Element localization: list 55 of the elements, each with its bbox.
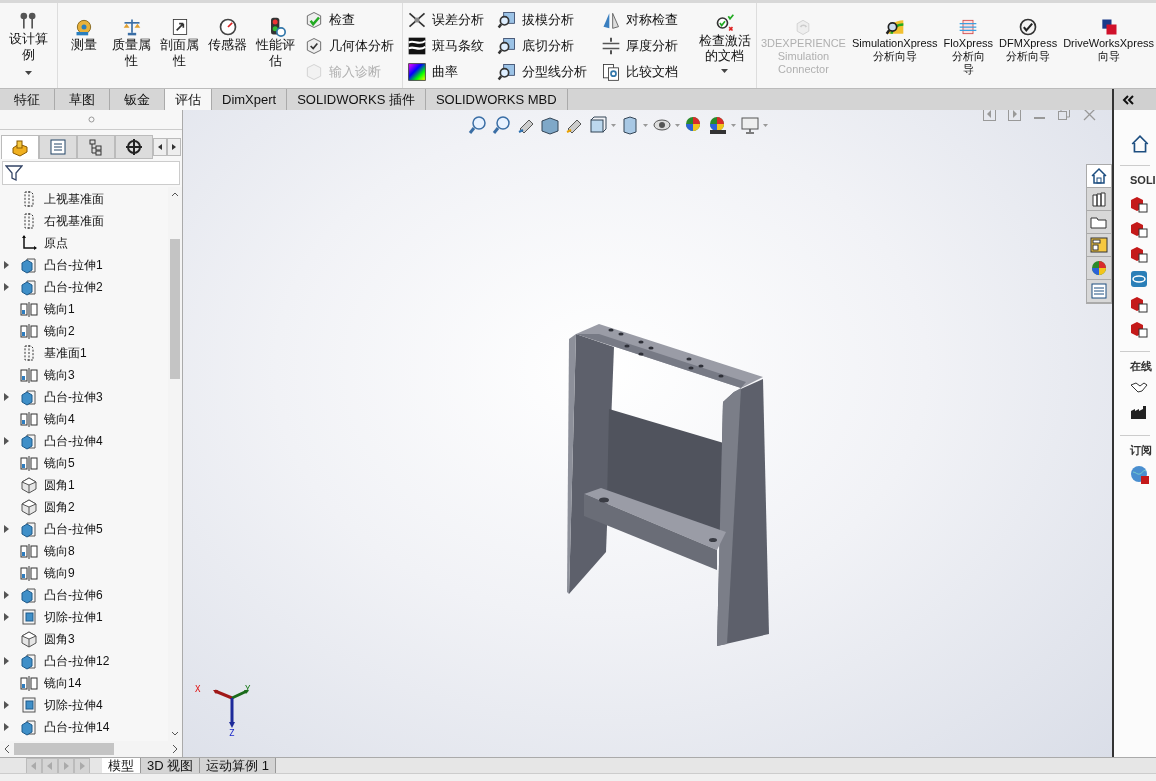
analysis-button[interactable]: 对称检查 bbox=[601, 7, 694, 33]
add-in-button[interactable]: SimulationXpress 分析向导 bbox=[849, 3, 940, 88]
tree-item[interactable]: 镜向9 bbox=[44, 564, 75, 582]
tree-item[interactable]: 凸台-拉伸1 bbox=[44, 256, 103, 274]
tree-item[interactable]: 圆角1 bbox=[44, 476, 75, 494]
model-tab[interactable]: 运动算例 1 bbox=[200, 758, 277, 773]
tree-item[interactable]: 凸台-拉伸14 bbox=[44, 718, 110, 736]
analysis-button[interactable]: 斑马条纹 bbox=[407, 33, 498, 59]
ribbon-tab[interactable]: 评估 bbox=[165, 89, 212, 110]
tree-item[interactable]: 镜向14 bbox=[44, 674, 82, 692]
section-heading: SOLI bbox=[1130, 173, 1156, 188]
tree-item[interactable]: 上视基准面 bbox=[44, 190, 104, 208]
check-tool-button[interactable]: 检查 bbox=[303, 7, 403, 33]
axis-label: X bbox=[195, 684, 201, 694]
tree-item[interactable]: 镜向4 bbox=[44, 410, 75, 428]
tree-item[interactable]: 镜向1 bbox=[44, 300, 75, 318]
add-in-button[interactable]: DriveWorksXpress 向导 bbox=[1061, 3, 1156, 88]
add-in-button[interactable]: DFMXpress 分析向导 bbox=[997, 3, 1060, 88]
model-tab[interactable]: 模型 bbox=[102, 758, 141, 773]
section-heading: 在线 bbox=[1130, 358, 1153, 374]
tree-item[interactable]: 圆角2 bbox=[44, 498, 75, 516]
analysis-button[interactable]: 比较文档 bbox=[601, 59, 694, 85]
tool-button[interactable]: 剖面属 性 bbox=[155, 3, 204, 88]
check-tool-button[interactable]: 几何体分析 bbox=[303, 33, 403, 59]
tree-item[interactable]: 圆角3 bbox=[44, 630, 75, 648]
analysis-button[interactable]: 曲率 bbox=[407, 59, 498, 85]
axis-label: Y bbox=[245, 684, 251, 694]
add-in-button[interactable]: FloXpress 分析向 导 bbox=[941, 3, 996, 88]
tree-item[interactable]: 镜向3 bbox=[44, 366, 75, 384]
analysis-button[interactable]: 厚度分析 bbox=[601, 33, 694, 59]
tree-item[interactable]: 凸台-拉伸5 bbox=[44, 520, 103, 538]
analysis-button[interactable]: 分型线分析 bbox=[497, 59, 602, 85]
tree-item[interactable]: 凸台-拉伸3 bbox=[44, 388, 103, 406]
analysis-button[interactable]: 误差分析 bbox=[407, 7, 498, 33]
tree-item[interactable]: 切除-拉伸4 bbox=[44, 696, 103, 714]
tree-item[interactable]: 镜向8 bbox=[44, 542, 75, 560]
tree-item[interactable]: 镜向2 bbox=[44, 322, 75, 340]
section-heading: 订阅 bbox=[1130, 443, 1153, 458]
tree-item[interactable]: 基准面1 bbox=[44, 344, 87, 362]
tree-item[interactable]: 凸台-拉伸4 bbox=[44, 432, 103, 450]
tree-item[interactable]: 凸台-拉伸2 bbox=[44, 278, 103, 296]
tree-item[interactable]: 凸台-拉伸12 bbox=[44, 652, 110, 670]
tree-item[interactable]: 原点 bbox=[44, 234, 68, 252]
tool-button[interactable]: 质量属 性 bbox=[107, 3, 156, 88]
tree-item[interactable]: 右视基准面 bbox=[44, 212, 104, 230]
tree-item[interactable]: 凸台-拉伸6 bbox=[44, 586, 103, 604]
tree-item[interactable]: 切除-拉伸1 bbox=[44, 608, 103, 626]
tool-button[interactable]: 传感器 bbox=[203, 3, 252, 88]
model-tab[interactable]: 3D 视图 bbox=[141, 758, 201, 773]
tool-button[interactable]: 性能评 估 bbox=[251, 3, 300, 88]
tool-button[interactable]: 测量 bbox=[59, 3, 108, 88]
axis-label: Z bbox=[229, 728, 235, 738]
tree-item[interactable]: 镜向5 bbox=[44, 454, 75, 472]
analysis-button[interactable]: 底切分析 bbox=[497, 33, 602, 59]
analysis-button[interactable]: 拔模分析 bbox=[497, 7, 602, 33]
